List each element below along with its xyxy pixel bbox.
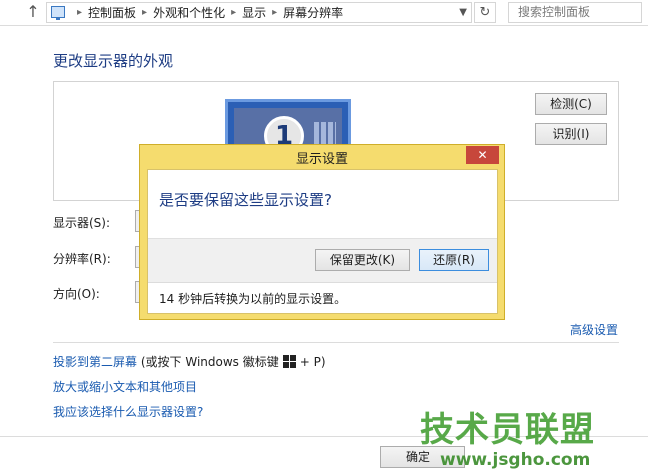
breadcrumb-separator-icon: ▸ (77, 7, 83, 18)
display-settings-dialog: 显示设置 ✕ 是否要保留这些显示设置? 保留更改(K) 还原(R) 14 秒钟后… (139, 144, 505, 320)
breadcrumb-separator-icon: ▸ (142, 7, 148, 18)
project-second-screen-link[interactable]: 投影到第二屏幕 (53, 355, 137, 369)
display-label: 显示器(S): (53, 216, 111, 230)
breadcrumb-appearance[interactable]: 外观和个性化 (153, 4, 225, 21)
breadcrumb-separator-icon: ▸ (272, 7, 278, 18)
detect-button[interactable]: 检测(C) (535, 93, 607, 115)
computer-icon (51, 6, 65, 20)
chevron-down-icon[interactable]: ▼ (459, 4, 467, 21)
which-settings-link[interactable]: 我应该选择什么显示器设置? (53, 403, 203, 420)
page-title: 更改显示器的外观 (53, 52, 174, 70)
project-hint-text: (或按下 Windows 徽标键 (140, 355, 279, 369)
search-input[interactable]: 搜索控制面板 (508, 2, 642, 23)
windows-logo-icon (282, 355, 296, 368)
dialog-question: 是否要保留这些显示设置? (159, 191, 332, 209)
breadcrumb-screen-resolution[interactable]: 屏幕分辨率 (283, 4, 343, 21)
dialog-button-bar: 保留更改(K) 还原(R) (148, 238, 497, 283)
breadcrumb-control-panel[interactable]: 控制面板 (88, 4, 136, 21)
address-bar[interactable]: ▸ 控制面板 ▸ 外观和个性化 ▸ 显示 ▸ 屏幕分辨率 ▼ (46, 2, 472, 23)
identify-button[interactable]: 识别(I) (535, 123, 607, 145)
countdown-text: 14 秒钟后转换为以前的显示设置。 (159, 292, 347, 306)
close-icon[interactable]: ✕ (466, 146, 499, 164)
keep-changes-button[interactable]: 保留更改(K) (315, 249, 410, 271)
resolution-label: 分辨率(R): (53, 252, 111, 266)
revert-button[interactable]: 还原(R) (419, 249, 489, 271)
refresh-icon[interactable]: ↻ (474, 2, 496, 23)
advanced-settings-link[interactable]: 高级设置 (570, 321, 618, 338)
start-grid-icon (314, 122, 336, 144)
text-size-link[interactable]: 放大或缩小文本和其他项目 (53, 378, 197, 395)
dialog-title: 显示设置 (295, 152, 348, 167)
project-hint-suffix: + P) (299, 355, 326, 369)
up-arrow-icon[interactable]: ↑ (24, 2, 42, 22)
watermark-logo: 技术员联盟 (420, 410, 595, 450)
watermark-url: www.jsgho.com (440, 450, 591, 470)
breadcrumb-separator-icon: ▸ (231, 7, 237, 18)
orientation-label: 方向(O): (53, 287, 100, 301)
breadcrumb: ▸ 控制面板 ▸ 外观和个性化 ▸ 显示 ▸ 屏幕分辨率 (71, 3, 343, 22)
divider (53, 342, 619, 343)
breadcrumb-display[interactable]: 显示 (242, 4, 266, 21)
dialog-body: 是否要保留这些显示设置? 保留更改(K) 还原(R) 14 秒钟后转换为以前的显… (147, 169, 498, 314)
project-second-screen-row: 投影到第二屏幕 (或按下 Windows 徽标键 + P) (53, 353, 326, 370)
address-toolbar: ↑ ▸ 控制面板 ▸ 外观和个性化 ▸ 显示 ▸ 屏幕分辨率 ▼ ↻ 搜索控制面… (0, 0, 648, 26)
